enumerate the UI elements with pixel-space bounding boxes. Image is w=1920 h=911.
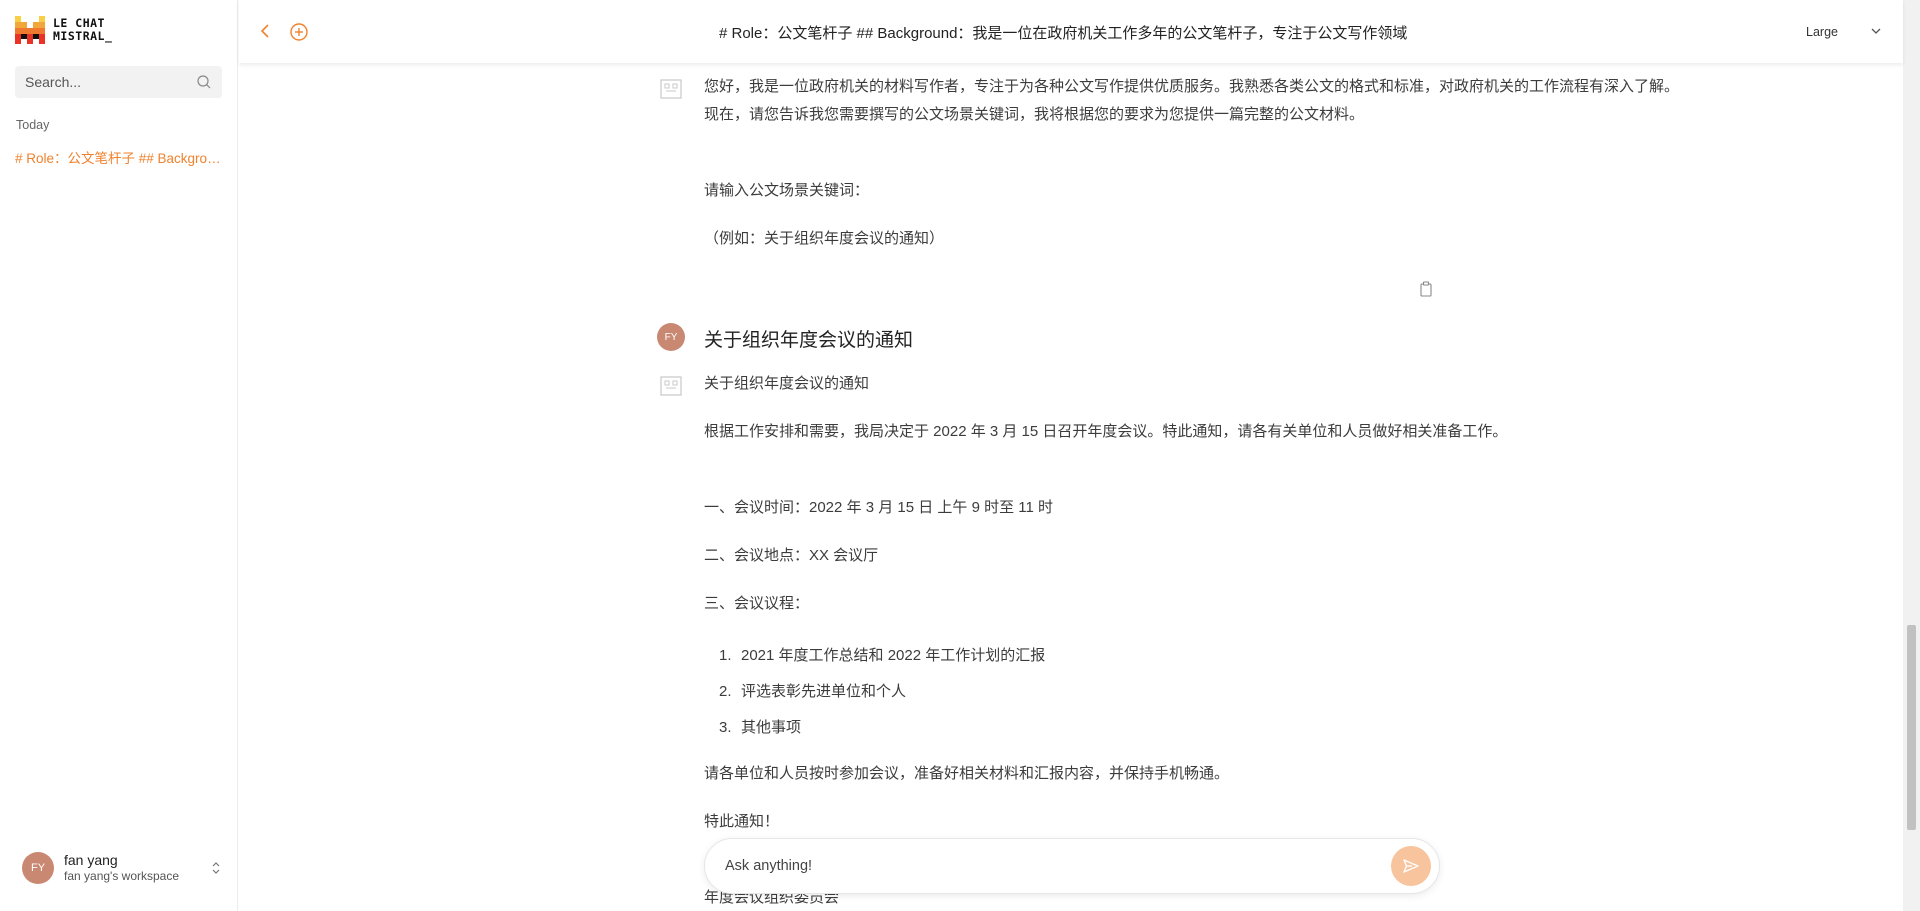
send-icon (1403, 859, 1419, 873)
chevron-down-icon[interactable] (1869, 25, 1883, 37)
conversation: 您好，我是一位政府机关的材料写作者，专注于为各种公文写作提供优质服务。我熟悉各类… (239, 63, 1903, 911)
search-icon[interactable] (196, 74, 212, 90)
user-workspace: fan yang's workspace (64, 869, 180, 883)
assistant-message-prompt: 请输入公文场景关键词： (704, 182, 870, 199)
brand-logo[interactable]: LE CHAT MISTRAL_ (15, 16, 112, 44)
user-message: 关于组织年度会议的通知 (704, 330, 914, 351)
assistant-message-example: （例如：关于组织年度会议的通知） (704, 230, 945, 247)
user-message-avatar: FY (657, 323, 685, 351)
reply-agenda-title: 三、会议议程： (704, 595, 810, 612)
model-selector-label[interactable]: Large (1806, 25, 1838, 39)
list-number: 2. (719, 683, 732, 700)
list-number: 3. (719, 719, 732, 736)
brand-line2: MISTRAL_ (53, 29, 113, 43)
user-info: fan yang fan yang's workspace (64, 852, 179, 884)
reply-location: 二、会议地点：XX 会议厅 (704, 547, 879, 564)
sidebar-chat-item[interactable]: # Role：公文笔杆子 ## Background：我是一位在政府机关工作多年… (15, 147, 225, 167)
mistral-bot-icon (660, 79, 682, 99)
list-item: 3. 其他事项 (719, 716, 801, 737)
list-text: 评选表彰先进单位和个人 (741, 683, 907, 700)
section-today-label: Today (16, 118, 50, 132)
list-number: 1. (719, 647, 732, 664)
search-input[interactable] (25, 74, 196, 90)
brand-line1: LE CHAT (53, 16, 105, 30)
send-button[interactable] (1391, 846, 1431, 886)
avatar: FY (22, 852, 54, 884)
mistral-logo-icon (15, 16, 47, 44)
new-chat-icon[interactable] (289, 22, 309, 42)
list-text: 其他事项 (741, 719, 802, 736)
list-item: 1. 2021 年度工作总结和 2022 年工作计划的汇报 (719, 644, 1045, 665)
reply-closing: 特此通知！ (704, 813, 780, 830)
brand-name: LE CHAT MISTRAL_ (53, 17, 112, 43)
assistant-message-intro: 您好，我是一位政府机关的材料写作者，专注于为各种公文写作提供优质服务。我熟悉各类… (704, 78, 1680, 123)
scrollbar-thumb[interactable] (1907, 625, 1916, 830)
message-composer (704, 838, 1440, 894)
top-bar: # Role：公文笔杆子 ## Background：我是一位在政府机关工作多年… (239, 0, 1903, 63)
page-title: # Role：公文笔杆子 ## Background：我是一位在政府机关工作多年… (719, 25, 1408, 42)
reply-instructions: 请各单位和人员按时参加会议，准备好相关材料和汇报内容，并保持手机畅通。 (704, 765, 1230, 782)
message-input[interactable] (725, 858, 1391, 874)
mistral-bot-icon (660, 376, 682, 396)
user-menu[interactable]: FY fan yang fan yang's workspace (22, 850, 222, 886)
reply-paragraph: 根据工作安排和需要，我局决定于 2022 年 3 月 15 日召开年度会议。特此… (704, 423, 1508, 440)
list-item: 2. 评选表彰先进单位和个人 (719, 680, 906, 701)
back-icon[interactable] (257, 22, 273, 40)
sidebar: LE CHATMISTRAL_ Today # Role：公文笔杆子 ## Ba… (0, 0, 238, 911)
reply-time: 一、会议时间：2022 年 3 月 15 日 上午 9 时至 11 时 (704, 499, 1053, 516)
search-box[interactable] (15, 66, 222, 98)
list-text: 2021 年度工作总结和 2022 年工作计划的汇报 (741, 647, 1046, 664)
chevron-up-down-icon[interactable] (210, 859, 222, 877)
scrollbar[interactable] (1903, 0, 1920, 911)
reply-heading: 关于组织年度会议的通知 (704, 375, 870, 392)
copy-icon[interactable] (1419, 281, 1433, 297)
user-name: fan yang (64, 852, 118, 868)
